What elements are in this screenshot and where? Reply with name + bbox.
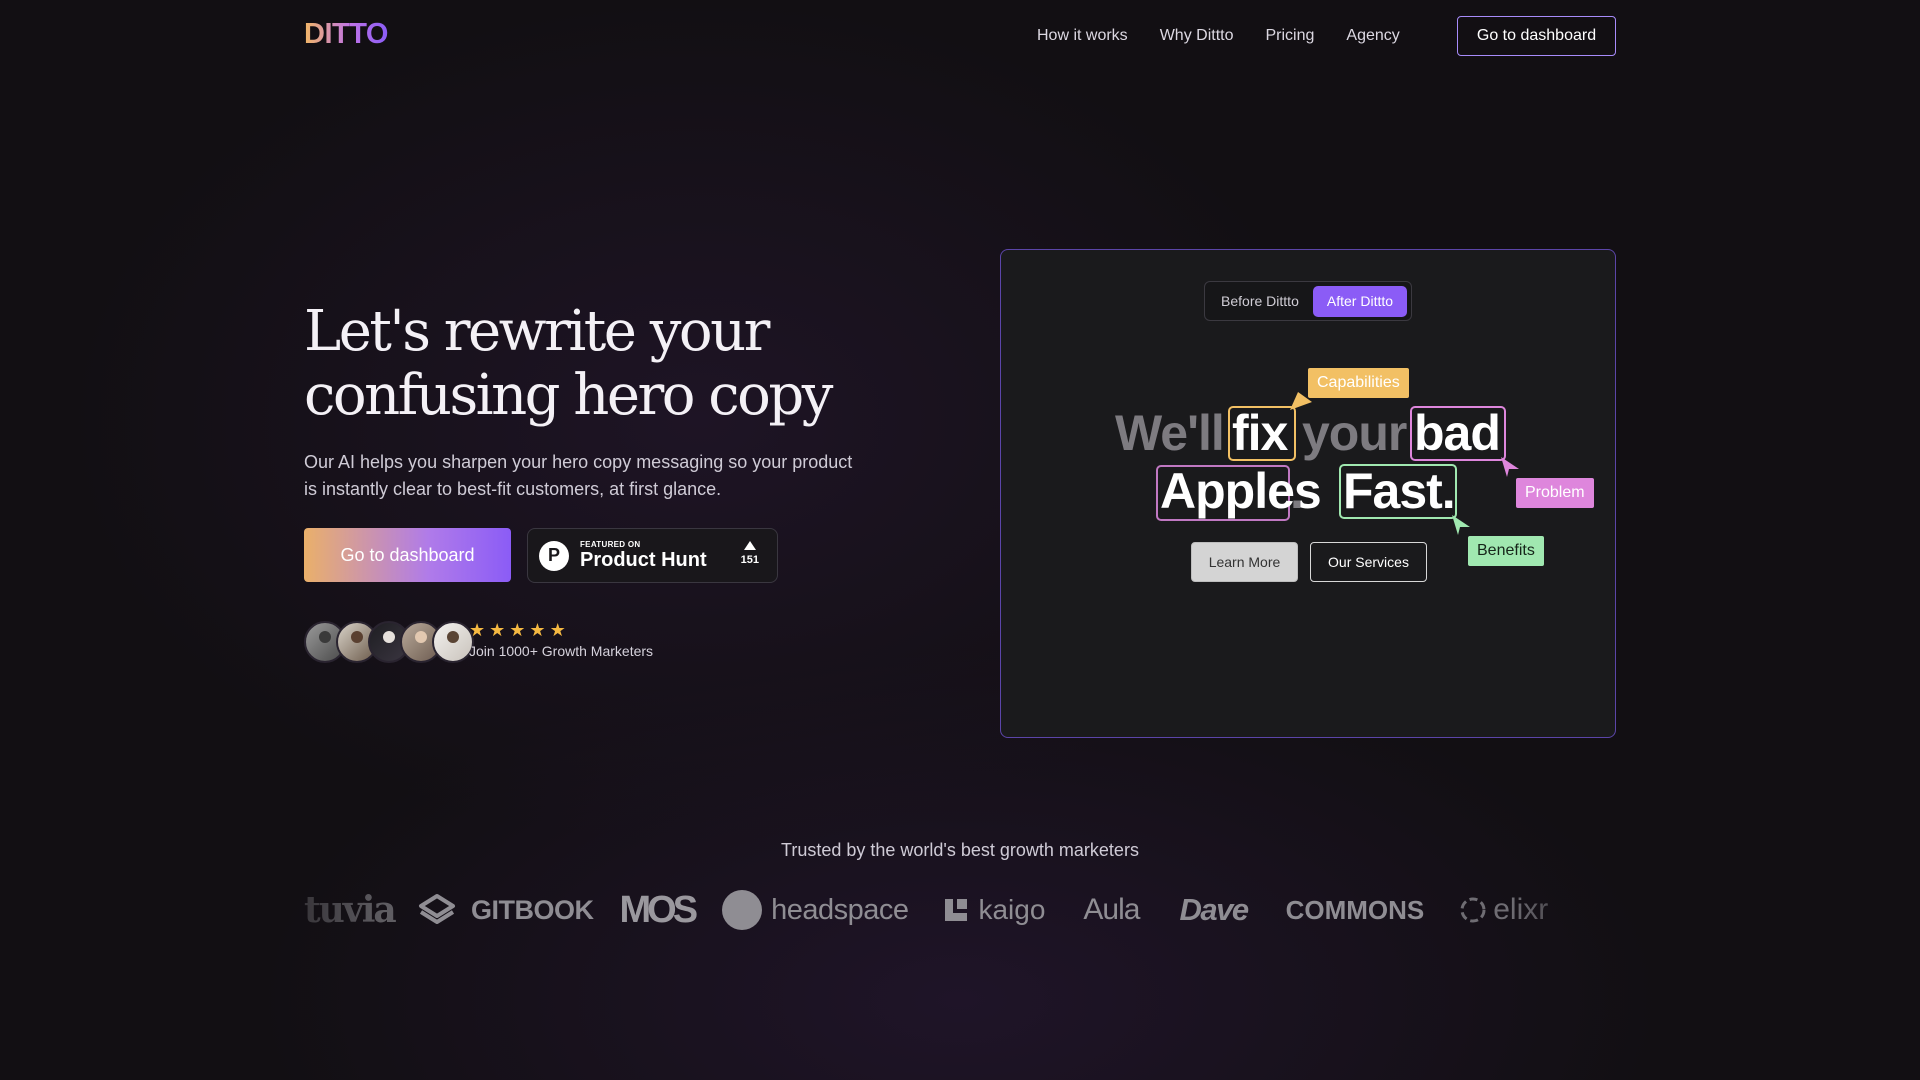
brand-logo[interactable]: DITTO [304, 18, 388, 51]
product-hunt-icon: P [539, 540, 569, 571]
logo-elixr: elixr [1458, 893, 1548, 927]
trusted-heading: Trusted by the world's best growth marke… [781, 840, 1139, 860]
rating-stars: ★ ★ ★ ★ ★ [469, 620, 566, 640]
logo-dave: Dave [1179, 892, 1249, 927]
product-hunt-badge[interactable]: P FEATURED ON Product Hunt 151 [527, 528, 778, 583]
nav-pricing[interactable]: Pricing [1265, 27, 1314, 45]
logo-commons: COMMONS [1285, 894, 1425, 925]
upvote-triangle-icon [743, 541, 756, 550]
logo-gitbook: GITBOOK [417, 890, 594, 930]
benefits-tag: Benefits [1468, 536, 1544, 566]
logo-kaigo: kaigo [943, 894, 1045, 926]
demo-word-fast: Fast. [1343, 463, 1456, 519]
toggle-after-dittto[interactable]: After Dittto [1312, 285, 1407, 317]
upvote-count: 151 [740, 554, 759, 566]
capabilities-tag: Capabilities [1308, 368, 1409, 398]
product-hunt-votes: 151 [741, 541, 759, 566]
nav-why-dittto[interactable]: Why Dittto [1160, 27, 1234, 45]
hero-title: Let's rewrite your confusing hero copy [304, 299, 833, 428]
hero-subtitle: Our AI helps you sharpen your hero copy … [304, 452, 853, 499]
demo-word-fix: fix [1232, 405, 1288, 461]
logo-mos: MOS [619, 888, 699, 931]
logo-headspace: headspace [722, 890, 909, 930]
demo-word-well: We'll [1115, 405, 1225, 461]
nav-agency[interactable]: Agency [1346, 27, 1399, 45]
customer-logo-strip: tuvia GITBOOK MOS headspace kaigo Aula D… [304, 885, 1616, 935]
benefits-pointer-icon [1452, 515, 1470, 535]
logo-aula: Aula [1083, 893, 1140, 926]
demo-word-bad: bad [1414, 405, 1501, 461]
nav-dashboard-button[interactable]: Go to dashboard [1457, 16, 1616, 56]
problem-tag: Problem [1516, 478, 1594, 508]
gitbook-icon [419, 894, 455, 924]
demo-learn-more-button[interactable]: Learn More [1191, 542, 1298, 582]
social-proof-text: Join 1000+ Growth Marketers [469, 643, 654, 659]
product-hunt-name: Product Hunt [580, 549, 707, 571]
before-after-toggle[interactable]: Before Dittto After Dittto [1204, 281, 1412, 321]
demo-our-services-button[interactable]: Our Services [1310, 542, 1427, 582]
problem-pointer-icon [1501, 457, 1519, 477]
logo-tuvia: tuvia [304, 889, 397, 931]
star-icon: ★ [529, 620, 546, 640]
demo-word-your: your [1302, 405, 1407, 461]
headspace-icon [722, 890, 763, 930]
kaigo-icon [945, 899, 968, 921]
demo-word-dot: . [1290, 463, 1304, 519]
hero-dashboard-button[interactable]: Go to dashboard [304, 528, 511, 582]
star-icon: ★ [509, 620, 526, 640]
top-nav: How it works Why Dittto Pricing Agency [1037, 0, 1400, 72]
star-icon: ★ [549, 620, 566, 640]
star-icon: ★ [489, 620, 506, 640]
elixr-icon [1460, 897, 1486, 923]
star-icon: ★ [469, 620, 486, 640]
capabilities-pointer-icon [1290, 392, 1312, 410]
avatar [432, 621, 474, 663]
product-hunt-text: FEATURED ON Product Hunt [580, 540, 707, 571]
nav-how-it-works[interactable]: How it works [1037, 27, 1128, 45]
product-hunt-featured-label: FEATURED ON [580, 540, 641, 549]
toggle-before-dittto[interactable]: Before Dittto [1209, 293, 1311, 309]
customer-avatars [304, 621, 474, 663]
